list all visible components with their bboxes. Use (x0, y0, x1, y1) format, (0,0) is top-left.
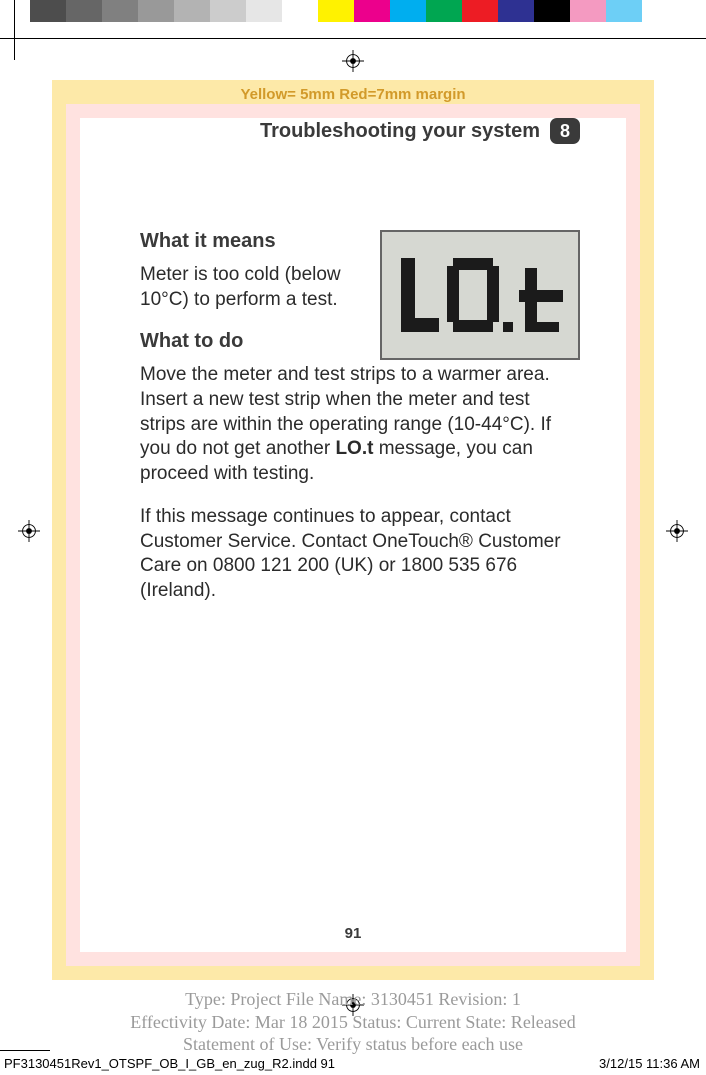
color-swatch (390, 0, 426, 22)
crop-rule-h (0, 38, 706, 39)
color-swatch (66, 0, 102, 22)
margin-note: Yellow= 5mm Red=7mm margin (52, 86, 654, 103)
color-swatch (498, 0, 534, 22)
chapter-badge: 8 (550, 118, 580, 144)
slug-timestamp: 3/12/15 11:36 AM (599, 1056, 700, 1071)
color-swatch (318, 0, 354, 22)
body-what-to-do-2: If this message continues to appear, con… (140, 505, 580, 604)
color-swatch (462, 0, 498, 22)
color-swatch (30, 0, 66, 22)
slug-filename: PF3130451Rev1_OTSPF_OB_I_GB_en_zug_R2.in… (4, 1056, 335, 1071)
meta-line-3: Statement of Use: Verify status before e… (0, 1033, 706, 1056)
page-title: Troubleshooting your system (260, 120, 540, 143)
page-bleed-inner: Troubleshooting your system 8 What it me… (66, 104, 640, 966)
heading-what-it-means: What it means (140, 230, 362, 253)
color-swatch (282, 0, 318, 22)
crop-rule-v (14, 0, 15, 60)
body-what-it-means: Meter is too cold (below 10°C) to perfor… (140, 263, 362, 312)
heading-what-to-do: What to do (140, 330, 362, 353)
color-swatch (570, 0, 606, 22)
page-bleed-outer: Yellow= 5mm Red=7mm margin Troubleshooti… (52, 80, 654, 980)
lcd-display-icon (380, 230, 580, 360)
color-swatch (138, 0, 174, 22)
doc-meta: Type: Project File Name: 3130451 Revisio… (0, 988, 706, 1056)
crop-rule-h (0, 1050, 50, 1051)
color-swatch (102, 0, 138, 22)
page-header: Troubleshooting your system 8 (140, 118, 580, 144)
meta-line-2: Effectivity Date: Mar 18 2015 Status: Cu… (0, 1011, 706, 1034)
color-swatch (534, 0, 570, 22)
registration-mark-icon (342, 50, 364, 72)
color-swatch (606, 0, 642, 22)
color-swatch (354, 0, 390, 22)
color-swatch (210, 0, 246, 22)
registration-mark-icon (666, 520, 688, 542)
meta-line-1: Type: Project File Name: 3130451 Revisio… (0, 988, 706, 1011)
page-number: 91 (80, 925, 626, 942)
registration-mark-icon (18, 520, 40, 542)
text-bold: LO.t (335, 438, 373, 459)
section-what-it-means: What it means Meter is too cold (below 1… (140, 230, 580, 363)
page-content: Troubleshooting your system 8 What it me… (80, 118, 626, 952)
printer-color-bar (0, 0, 706, 22)
color-swatch (246, 0, 282, 22)
color-swatch (174, 0, 210, 22)
color-swatch (426, 0, 462, 22)
body-what-to-do-1: Move the meter and test strips to a warm… (140, 363, 580, 486)
